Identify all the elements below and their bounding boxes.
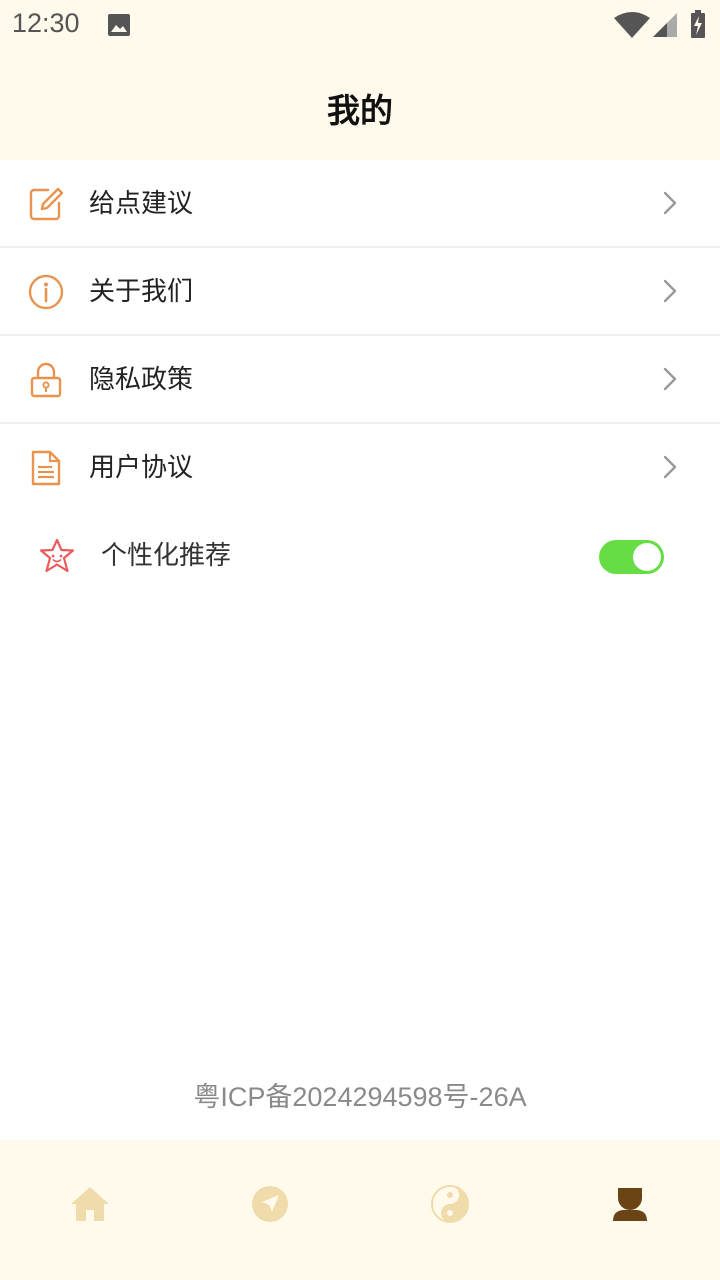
- chevron-right-icon: [663, 279, 677, 303]
- home-icon[interactable]: [70, 1184, 110, 1224]
- battery-charging-icon: [691, 10, 705, 38]
- menu-item-label: 用户协议: [89, 453, 194, 483]
- profile-icon[interactable]: [610, 1184, 650, 1224]
- toggle-knob: [633, 543, 661, 571]
- document-icon: [31, 450, 61, 486]
- compass-icon[interactable]: [250, 1184, 290, 1224]
- personalization-toggle[interactable]: [599, 540, 664, 574]
- chevron-right-icon: [663, 191, 677, 215]
- bottom-nav: [0, 1140, 720, 1280]
- wifi-icon: [614, 12, 650, 38]
- menu-item-label: 给点建议: [89, 189, 194, 219]
- page-header: 我的: [0, 50, 720, 160]
- chevron-right-icon: [663, 455, 677, 479]
- edit-icon: [29, 187, 64, 221]
- lock-icon: [30, 362, 62, 398]
- icp-record-text: 粤ICP备2024294598号-26A: [193, 1082, 527, 1112]
- status-time: 12:30: [12, 8, 80, 38]
- personalization-row: 个性化推荐: [0, 512, 720, 602]
- menu-item-user-agreement[interactable]: 用户协议: [0, 424, 720, 512]
- menu-item-label: 关于我们: [89, 277, 194, 307]
- menu-item-feedback[interactable]: 给点建议: [0, 160, 720, 248]
- page-title: 我的: [327, 91, 393, 130]
- profile-screen: 12:30 我的 给点建议 关于我们 隐私政策 用户协议 个性化推荐 粤ICP备…: [0, 0, 720, 1280]
- status-bar: 12:30: [0, 0, 720, 50]
- image-icon: [108, 14, 130, 36]
- menu-item-label: 隐私政策: [89, 365, 194, 395]
- signal-icon: [653, 13, 677, 37]
- menu-item-about-us[interactable]: 关于我们: [0, 248, 720, 336]
- chevron-right-icon: [663, 367, 677, 391]
- menu-item-privacy-policy[interactable]: 隐私政策: [0, 336, 720, 424]
- info-icon: [28, 274, 64, 310]
- personalization-label: 个性化推荐: [101, 541, 232, 571]
- yin-yang-icon[interactable]: [430, 1184, 470, 1224]
- star-face-icon: [39, 538, 75, 573]
